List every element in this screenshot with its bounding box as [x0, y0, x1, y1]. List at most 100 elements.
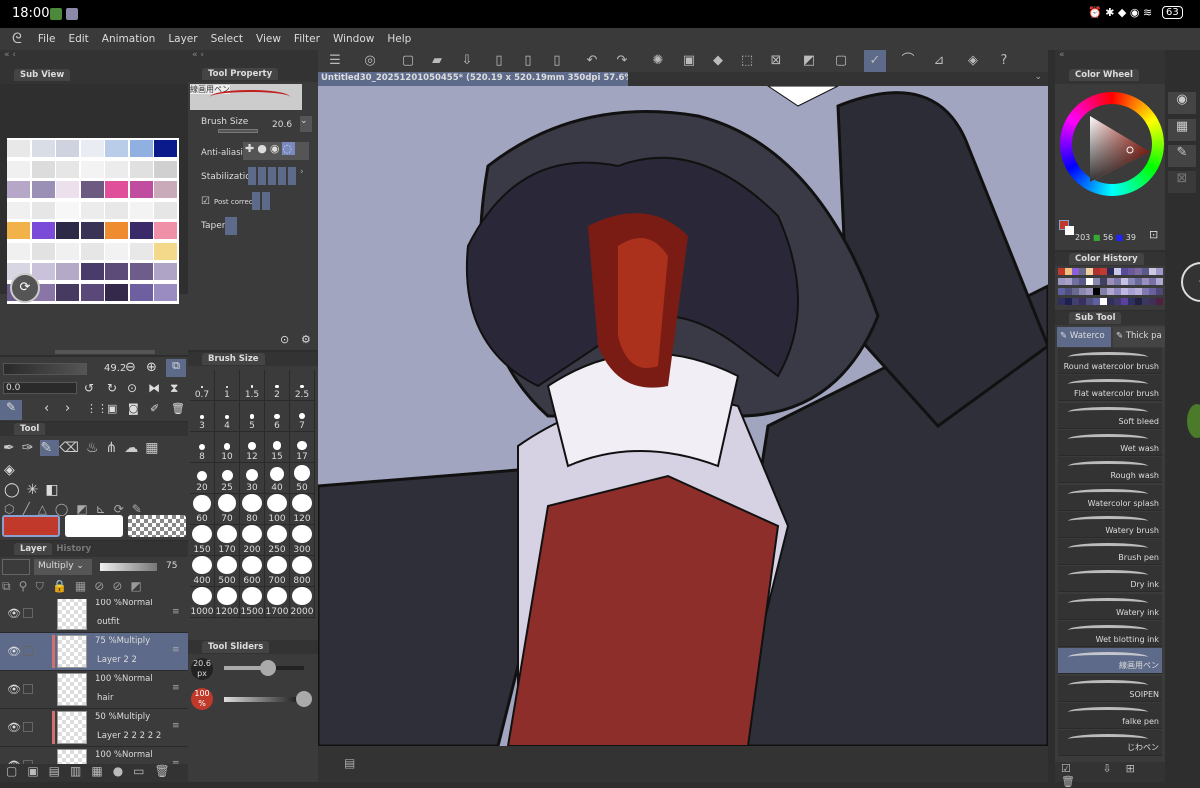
brush-size-preset[interactable]: 1500	[240, 587, 265, 618]
brush-size-preset[interactable]: 2000	[290, 587, 315, 618]
color-history-swatch[interactable]	[1093, 298, 1100, 305]
color-history-swatch[interactable]	[1072, 268, 1079, 275]
palette-swatch[interactable]	[129, 222, 153, 239]
brush-size-preset[interactable]: 100	[265, 494, 290, 525]
palette-swatch[interactable]	[154, 201, 177, 219]
color-history-swatch[interactable]	[1086, 268, 1093, 275]
color-history-swatch[interactable]	[1058, 278, 1065, 285]
brush-size-preset[interactable]: 80	[240, 494, 265, 525]
main-color-swatch[interactable]	[2, 515, 60, 537]
export-psd-icon[interactable]: ▯	[546, 50, 568, 72]
palette-swatch[interactable]	[80, 181, 104, 198]
tool-sliders-tab[interactable]: Tool Sliders	[188, 640, 318, 654]
menu-view[interactable]: View	[256, 33, 281, 45]
sub-tool-item[interactable]: SOIPEN	[1058, 675, 1162, 702]
help-icon[interactable]: ?	[993, 50, 1015, 72]
sub-tool-item[interactable]: falke pen	[1058, 702, 1162, 729]
brush-size-preset[interactable]: 70	[215, 494, 240, 525]
color-history-swatch[interactable]	[1086, 298, 1093, 305]
brush-size-preset[interactable]: 60	[190, 494, 215, 525]
palette-swatch[interactable]	[7, 222, 30, 239]
palette-swatch[interactable]	[7, 201, 30, 219]
edit-icon[interactable]: ✐	[150, 402, 159, 415]
palette-swatch[interactable]	[7, 181, 30, 198]
zoom-in-button[interactable]: ⊕	[146, 360, 157, 375]
color-history-swatch[interactable]	[1058, 298, 1065, 305]
tool-property-tab[interactable]: Tool Property	[188, 66, 318, 82]
sub-tool-tab[interactable]: Sub Tool	[1055, 311, 1165, 325]
brush-size-preset[interactable]: 10	[215, 432, 240, 463]
color-history-swatch[interactable]	[1128, 298, 1135, 305]
brush-size-preset[interactable]: 20	[190, 463, 215, 494]
previous-button[interactable]: ‹	[44, 401, 49, 416]
color-history-swatch[interactable]	[1142, 288, 1149, 295]
brush-size-preset[interactable]: 12	[240, 432, 265, 463]
subview-scrollbar[interactable]	[55, 350, 155, 354]
ruler2-icon[interactable]: ◩	[798, 50, 820, 72]
palette-swatch[interactable]	[56, 263, 79, 280]
layer-menu-icon[interactable]: ≡	[172, 607, 180, 617]
color-history-swatch[interactable]	[1114, 288, 1121, 295]
brush-size-preset[interactable]: 1700	[265, 587, 290, 618]
color-history-swatch[interactable]	[1065, 278, 1072, 285]
color-history-swatch[interactable]	[1128, 268, 1135, 275]
fill-tool-icon[interactable]: ◈	[4, 462, 15, 478]
palette-swatch[interactable]	[105, 160, 128, 178]
menu-edit[interactable]: Edit	[68, 33, 88, 45]
brush-size-preset[interactable]: 1.5	[240, 370, 265, 401]
anti-aliasing-options[interactable]: ✚●◉◌	[243, 142, 309, 160]
history-tab[interactable]: History	[56, 544, 91, 554]
brush-icon[interactable]: ⌒	[897, 50, 919, 72]
palette-swatch[interactable]	[105, 263, 128, 280]
zoom-out-button[interactable]: ⊖	[125, 360, 136, 375]
palette-swatch[interactable]	[31, 242, 55, 260]
eye-visibility-icon[interactable]: 👁	[7, 721, 21, 734]
brush-size-preset[interactable]: 50	[290, 463, 315, 494]
brush-size-tab[interactable]: Brush Size	[188, 352, 318, 366]
layer-menu-icon[interactable]: ≡	[172, 721, 180, 731]
brush-size-preset[interactable]: 600	[240, 556, 265, 587]
save-icon[interactable]: ⇩	[456, 50, 478, 72]
eye-visibility-icon[interactable]: 👁	[7, 645, 21, 658]
tool-row-selection[interactable]: ◯✳◧	[4, 482, 66, 498]
brush-size-preset[interactable]: 3	[190, 401, 215, 432]
brush-size-preset[interactable]: 800	[290, 556, 315, 587]
color-history-swatch[interactable]	[1100, 278, 1107, 285]
color-history-swatch[interactable]	[1072, 278, 1079, 285]
sub-tool-item[interactable]: Flat watercolor brush	[1058, 375, 1162, 402]
grid-icon[interactable]: ⋮⋮	[86, 402, 108, 415]
menu-animation[interactable]: Animation	[102, 33, 156, 45]
size-slider-handle[interactable]	[260, 660, 276, 676]
menu-window[interactable]: Window	[333, 33, 374, 45]
palette-swatch[interactable]	[56, 181, 79, 198]
brush-size-preset[interactable]: 120	[290, 494, 315, 525]
layer-color-button[interactable]	[2, 559, 30, 575]
menu-layer[interactable]: Layer	[168, 33, 197, 45]
color-history-icon[interactable]: ▦	[1168, 119, 1196, 141]
rotation-slider[interactable]: 0.0	[3, 382, 77, 394]
sub-tool-item[interactable]: Dry ink	[1058, 566, 1162, 593]
color-history-swatches[interactable]	[1058, 268, 1164, 308]
color-history-swatch[interactable]	[1072, 288, 1079, 295]
eye-visibility-icon[interactable]: 👁	[7, 683, 21, 696]
brush-size-preset[interactable]: 15	[265, 432, 290, 463]
color-history-swatch[interactable]	[1149, 268, 1156, 275]
post-correction-level[interactable]	[252, 192, 272, 210]
sub-tool-item[interactable]: Watery ink	[1058, 593, 1162, 620]
expand-arrow[interactable]: ›	[300, 167, 304, 177]
import-image-icon[interactable]: ▣	[107, 402, 117, 415]
undo-icon[interactable]: ↶	[581, 50, 603, 72]
floating-widget[interactable]	[1187, 404, 1200, 438]
layer-row[interactable]: 👁 100 %Normal outfit ≡	[0, 599, 188, 633]
color-history-swatch[interactable]	[1121, 268, 1128, 275]
color-history-swatch[interactable]	[1065, 298, 1072, 305]
color-history-swatch[interactable]	[1142, 278, 1149, 285]
color-history-swatch[interactable]	[1100, 298, 1107, 305]
palette-swatch[interactable]	[80, 201, 104, 219]
sub-tool-item[interactable]: Brush pen	[1058, 539, 1162, 566]
palette-swatch[interactable]	[80, 283, 104, 301]
color-history-swatch[interactable]	[1093, 278, 1100, 285]
sub-tool-icon[interactable]: ✎	[1168, 145, 1196, 167]
layer-lock-checkbox[interactable]	[23, 646, 33, 656]
color-history-swatch[interactable]	[1149, 288, 1156, 295]
